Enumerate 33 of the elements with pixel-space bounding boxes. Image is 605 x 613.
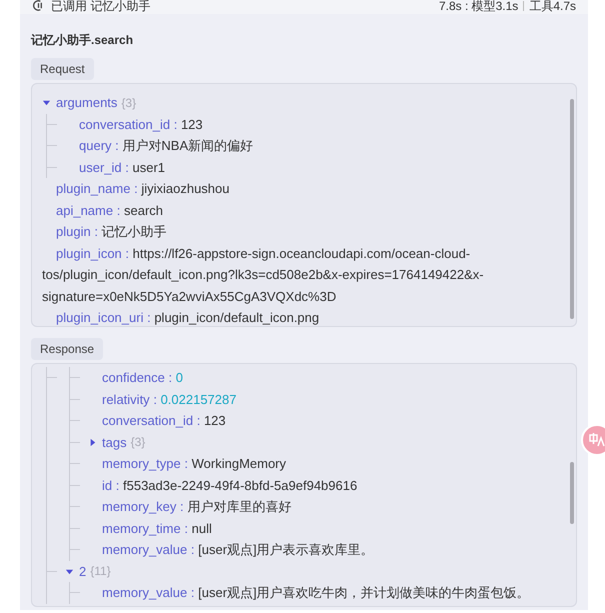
property-line: api_name : search <box>55 202 164 220</box>
property-line: plugin_icon_uri : plugin_icon/default_icon.png <box>55 309 320 326</box>
property-line: user_id : user1 <box>78 158 166 177</box>
property-line: memory_type : WorkingMemory <box>101 455 288 473</box>
property-line: confidence : 0 <box>101 369 184 387</box>
property-line: memory_key : 用户对库里的喜好 <box>101 498 292 516</box>
property-line: memory_time : null <box>101 520 213 538</box>
scrollbar-thumb[interactable] <box>570 462 574 524</box>
section-tag: Response <box>31 338 104 360</box>
node-key[interactable]: tags <box>102 432 127 452</box>
node-key[interactable]: arguments <box>56 93 118 112</box>
tool-title: 记忆小助手.search <box>31 32 134 49</box>
scrollbar-thumb[interactable] <box>570 99 574 319</box>
plugin-icon <box>32 0 45 12</box>
node-count: {3} <box>130 434 146 452</box>
caret-down-icon[interactable] <box>65 566 74 576</box>
timing-text: 工具4.7s <box>529 0 576 14</box>
property-line: conversation_id : 123 <box>101 412 227 430</box>
node-count: {3} <box>121 94 136 112</box>
node-key[interactable]: 2 <box>79 562 86 581</box>
property-line: plugin : 记忆小助手 <box>55 223 168 241</box>
caret-down-icon[interactable] <box>42 98 51 108</box>
caret-right-icon[interactable] <box>88 438 97 447</box>
node-count: {11} <box>90 563 111 580</box>
property-line: query : 用户对NBA新闻的偏好 <box>78 137 254 155</box>
timing-text: 7.8s : 模型3.1s <box>438 0 518 14</box>
property-line: relativity : 0.022157287 <box>101 390 238 409</box>
section-tag: Request <box>31 58 94 80</box>
property-line: conversation_id : 123 <box>78 116 204 134</box>
property-line: memory_value : [user观点]用户表示喜欢库里。 <box>101 541 375 559</box>
property-line: plugin_name : jiyixiaozhushou <box>55 180 230 198</box>
property-line: memory_value : [user观点]用户喜欢吃牛肉，并计划做美味的牛肉蛋包饭。 <box>101 584 531 602</box>
property-line: id : f553ad3e-2249-49f4-8bfd-5a9ef94b9616 <box>101 476 358 494</box>
